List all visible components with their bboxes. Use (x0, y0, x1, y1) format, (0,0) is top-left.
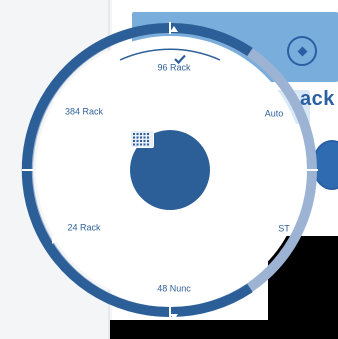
app-screen: ack 96 Rack Auto ST 48 Nunc 24 Rack 384 … (0, 0, 338, 339)
grid-plate-icon (130, 130, 154, 148)
option-st[interactable]: ST (278, 224, 290, 234)
center-plate-button[interactable] (130, 130, 210, 210)
option-48-nunc[interactable]: 48 Nunc (157, 284, 191, 294)
option-384-rack[interactable]: 384 Rack (65, 107, 103, 117)
radial-menu: 96 Rack Auto ST 48 Nunc 24 Rack 384 Rack (21, 22, 318, 320)
option-96-rack[interactable]: 96 Rack (157, 63, 190, 73)
dark-footer (110, 320, 338, 339)
option-auto[interactable]: Auto (265, 109, 284, 119)
option-24-rack[interactable]: 24 Rack (67, 223, 100, 233)
